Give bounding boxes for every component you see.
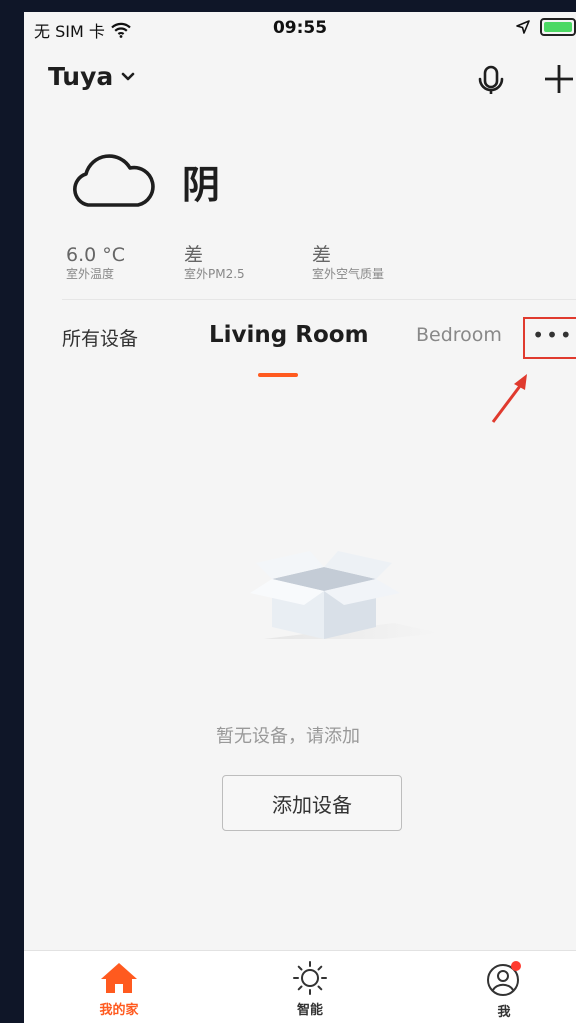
more-icon: ••• (532, 323, 574, 347)
empty-state-message: 暂无设备，请添加 (216, 726, 360, 747)
divider (62, 299, 576, 300)
tabbar-item-smart[interactable]: 智能 (260, 961, 360, 1018)
weather-condition: 阴 (182, 163, 221, 207)
outdoor-air-quality: 差 室外空气质量 (312, 244, 384, 282)
air-quality-value: 差 (312, 244, 332, 266)
notification-badge (511, 961, 521, 971)
outdoor-temperature: 6.0 °C 室外温度 (66, 244, 125, 282)
annotation-arrow-icon (491, 374, 527, 423)
tab-bedroom[interactable]: Bedroom (416, 324, 502, 346)
temperature-label: 室外温度 (66, 267, 115, 281)
outdoor-pm25: 差 室外PM2.5 (184, 244, 245, 282)
add-button[interactable] (542, 62, 576, 96)
home-icon (101, 963, 137, 993)
voice-button[interactable] (476, 64, 506, 96)
tab-living-room[interactable]: Living Room (209, 322, 369, 348)
empty-box-icon (250, 551, 439, 639)
tabbar-label-smart: 智能 (296, 1003, 323, 1018)
tabbar-label-me: 我 (497, 1005, 511, 1020)
microphone-icon (478, 65, 504, 94)
pm25-label: 室外PM2.5 (184, 267, 245, 281)
home-name: Tuya (48, 62, 114, 91)
location-arrow-icon (516, 20, 530, 34)
sun-icon (293, 961, 327, 995)
plus-icon (545, 65, 573, 93)
status-right (516, 18, 576, 36)
status-bar: 无 SIM 卡 09:55 (24, 12, 576, 48)
tab-all-devices[interactable]: 所有设备 (62, 324, 138, 351)
cloud-icon (73, 154, 155, 207)
pm25-value: 差 (184, 244, 204, 266)
battery-fill (544, 22, 572, 32)
battery-icon (540, 18, 576, 36)
active-tab-indicator (258, 373, 298, 377)
status-time: 09:55 (272, 18, 328, 38)
user-icon (487, 961, 521, 996)
home-selector[interactable]: Tuya (48, 62, 135, 91)
tabbar-item-me[interactable]: 我 (454, 961, 554, 1020)
tabbar-label-home: 我的家 (99, 1003, 139, 1018)
air-quality-label: 室外空气质量 (312, 267, 385, 281)
device-bezel (0, 0, 24, 1023)
add-device-button[interactable]: 添加设备 (222, 775, 402, 831)
phone-screen: 无 SIM 卡 09:55 Tuya 阴 6.0 °C 室外温度 差 室外PM2… (24, 12, 576, 1023)
tabbar-item-home[interactable]: 我的家 (69, 961, 169, 1018)
chevron-down-icon (121, 72, 135, 80)
more-rooms-button[interactable]: ••• (523, 317, 576, 359)
bottom-tab-bar: 我的家 智能 我 (24, 950, 576, 1023)
temperature-value: 6.0 °C (66, 244, 126, 266)
